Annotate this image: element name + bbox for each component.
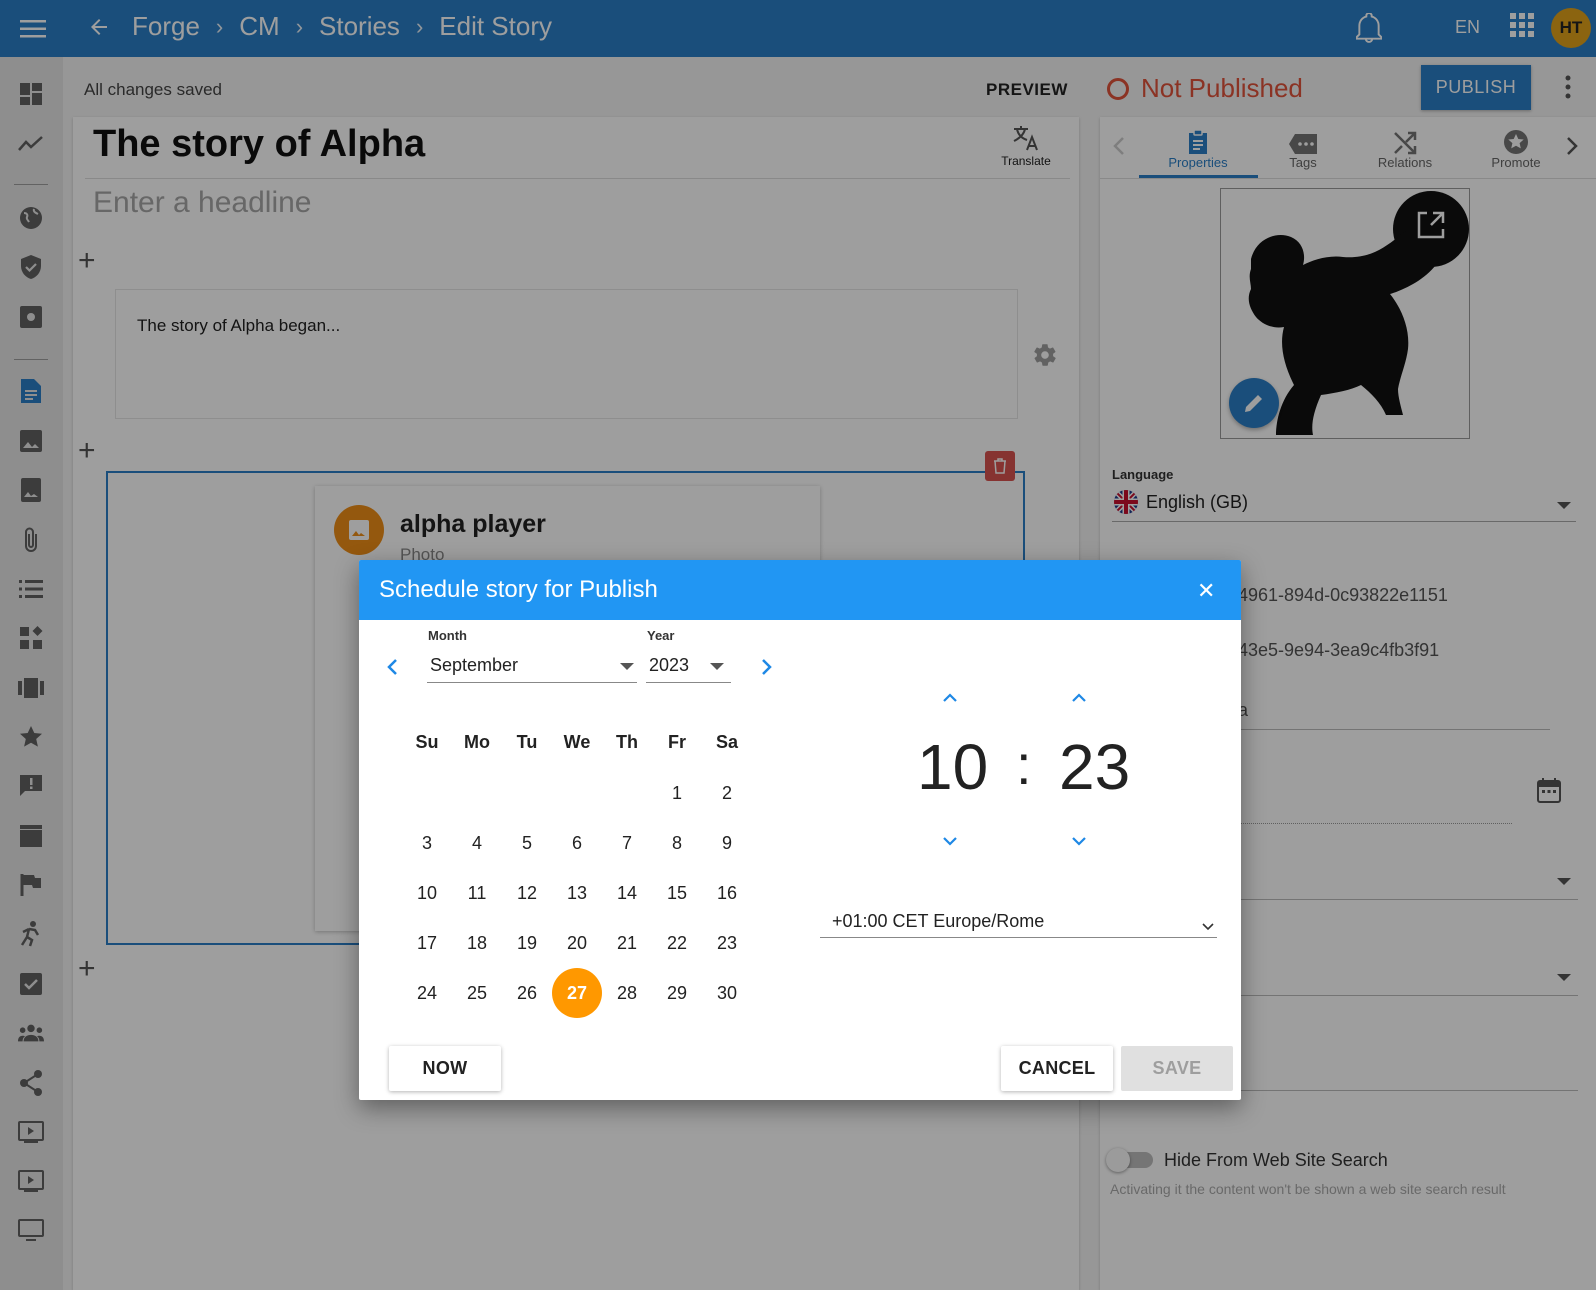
calendar-day[interactable]: 30	[702, 968, 752, 1018]
schedule-publish-dialog: Schedule story for Publish ✕ Month Septe…	[359, 560, 1241, 1100]
calendar-day[interactable]: 4	[452, 818, 502, 868]
calendar-day[interactable]: 20	[552, 918, 602, 968]
calendar-day[interactable]: 3	[402, 818, 452, 868]
calendar-day[interactable]: 16	[702, 868, 752, 918]
calendar-day[interactable]: 6	[552, 818, 602, 868]
dialog-header: Schedule story for Publish ✕	[359, 560, 1241, 620]
divider	[646, 682, 731, 683]
calendar-day[interactable]: 19	[502, 918, 552, 968]
prev-month-icon[interactable]	[386, 658, 398, 681]
calendar-day[interactable]: 13	[552, 868, 602, 918]
divider	[427, 682, 637, 683]
calendar-day[interactable]: 17	[402, 918, 452, 968]
hour-up-icon[interactable]	[942, 690, 958, 708]
year-select[interactable]: 2023	[649, 655, 689, 676]
cancel-button[interactable]: CANCEL	[1001, 1046, 1113, 1091]
calendar-day[interactable]: 24	[402, 968, 452, 1018]
month-select[interactable]: September	[430, 655, 518, 676]
calendar-day[interactable]: 28	[602, 968, 652, 1018]
calendar-day[interactable]: 5	[502, 818, 552, 868]
chevron-down-icon[interactable]	[1202, 918, 1214, 936]
weekday-label: Th	[616, 732, 638, 752]
month-dropdown-arrow-icon[interactable]	[620, 663, 634, 670]
divider	[820, 937, 1217, 938]
weekday-label: We	[563, 732, 591, 752]
minute-up-icon[interactable]	[1071, 690, 1087, 708]
weekday-label: Tu	[516, 732, 538, 752]
save-button[interactable]: SAVE	[1121, 1046, 1233, 1091]
minute-down-icon[interactable]	[1071, 833, 1087, 851]
time-separator: :	[1016, 733, 1032, 796]
calendar-day-selected[interactable]: 27	[552, 968, 602, 1018]
calendar-day[interactable]: 22	[652, 918, 702, 968]
calendar-day[interactable]: 7	[602, 818, 652, 868]
month-label: Month	[428, 628, 467, 643]
hour-down-icon[interactable]	[942, 833, 958, 851]
dialog-title: Schedule story for Publish	[379, 576, 658, 603]
now-button[interactable]: NOW	[389, 1046, 501, 1091]
weekday-label: Mo	[464, 732, 490, 752]
calendar-day[interactable]: 18	[452, 918, 502, 968]
calendar-day[interactable]: 14	[602, 868, 652, 918]
calendar-day[interactable]: 8	[652, 818, 702, 868]
calendar-day[interactable]: 23	[702, 918, 752, 968]
calendar-day[interactable]: 10	[402, 868, 452, 918]
year-dropdown-arrow-icon[interactable]	[710, 663, 724, 670]
next-month-icon[interactable]	[761, 658, 773, 681]
minute-value[interactable]: 23	[1059, 730, 1130, 804]
weekday-label: Sa	[715, 732, 739, 752]
hour-value[interactable]: 10	[917, 730, 988, 804]
calendar-day[interactable]: 12	[502, 868, 552, 918]
close-icon[interactable]: ✕	[1197, 578, 1215, 604]
calendar-day[interactable]: 21	[602, 918, 652, 968]
timezone-select[interactable]: +01:00 CET Europe/Rome	[832, 911, 1044, 932]
calendar-day[interactable]: 1	[652, 768, 702, 818]
calendar-day[interactable]: 15	[652, 868, 702, 918]
calendar-day[interactable]: 29	[652, 968, 702, 1018]
calendar-day[interactable]: 26	[502, 968, 552, 1018]
calendar-day[interactable]: 2	[702, 768, 752, 818]
weekday-label: Su	[415, 732, 439, 752]
weekday-label: Fr	[668, 732, 686, 752]
calendar-day[interactable]: 9	[702, 818, 752, 868]
year-label: Year	[647, 628, 675, 643]
calendar-day[interactable]: 25	[452, 968, 502, 1018]
calendar-day[interactable]: 11	[452, 868, 502, 918]
